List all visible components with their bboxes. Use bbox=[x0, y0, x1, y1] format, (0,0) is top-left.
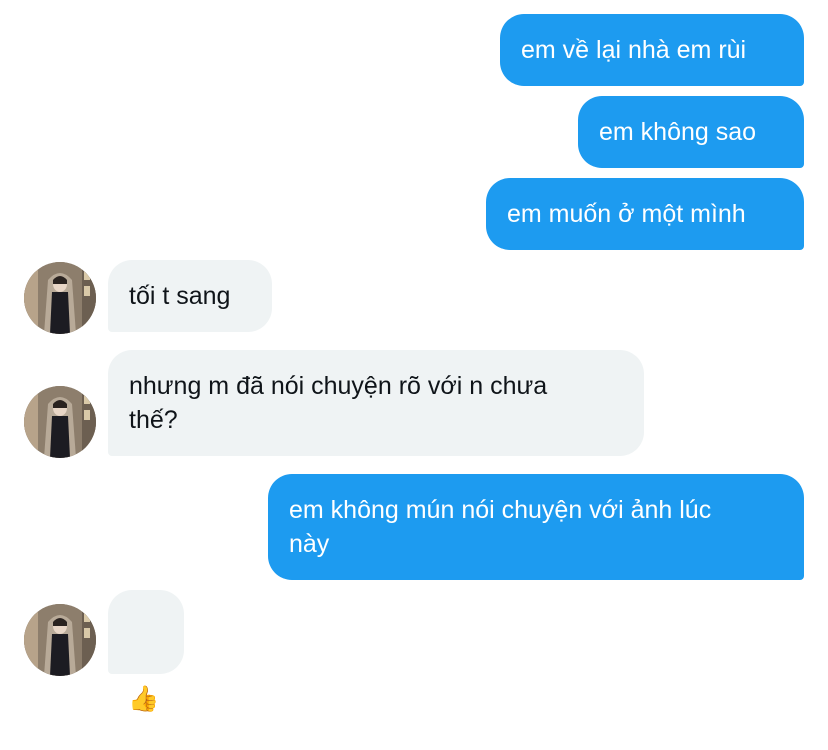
contact-avatar[interactable] bbox=[24, 386, 96, 458]
received-message-bubble[interactable]: nhưng m đã nói chuyện rõ với n chưa thế? bbox=[108, 350, 644, 456]
received-message-bubble[interactable]: 👍 bbox=[108, 590, 184, 713]
contact-avatar[interactable] bbox=[24, 604, 96, 676]
sent-message-bubble[interactable]: em không sao bbox=[578, 96, 804, 168]
contact-avatar[interactable] bbox=[24, 262, 96, 334]
received-message-bubble[interactable]: tối t sang bbox=[108, 260, 272, 332]
thumbs-up-icon: 👍 bbox=[128, 685, 160, 713]
sent-message-bubble[interactable]: em không mún nói chuyện với ảnh lúc này bbox=[268, 474, 804, 580]
sent-message-bubble[interactable]: em muốn ở một mình bbox=[486, 178, 804, 250]
sent-message-bubble[interactable]: em về lại nhà em rùi bbox=[500, 14, 804, 86]
